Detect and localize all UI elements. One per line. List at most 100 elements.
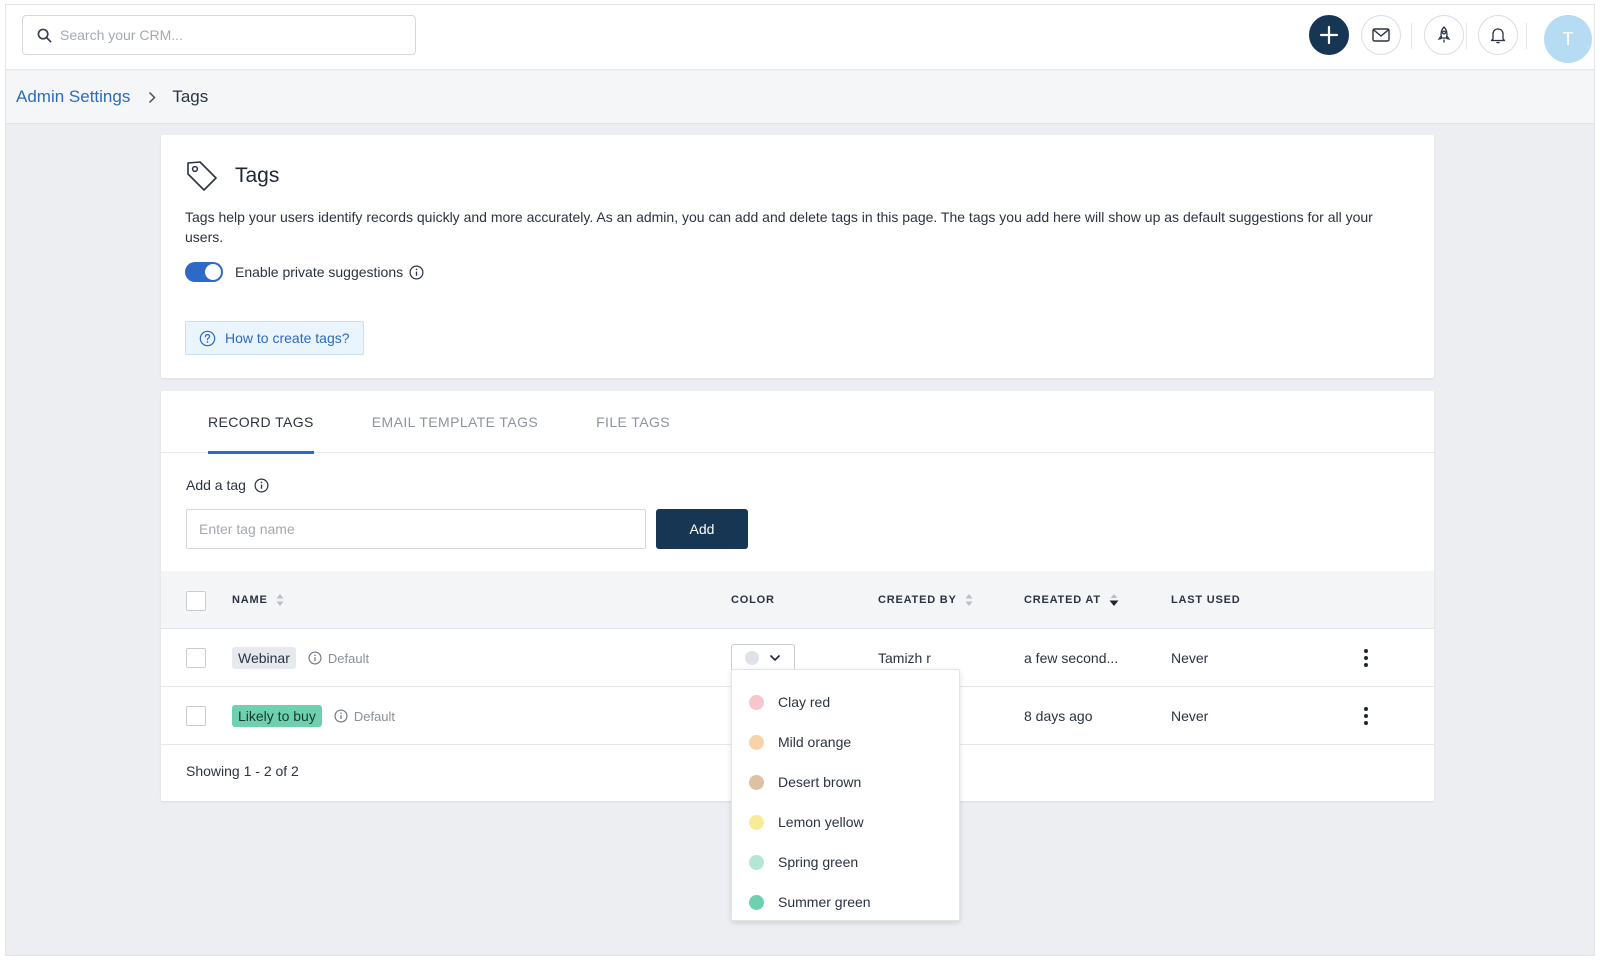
column-name-label: NAME [232, 594, 268, 606]
column-created-by-label: CREATED BY [878, 594, 957, 606]
last-used-cell: Never [1171, 650, 1209, 666]
add-tag-button[interactable]: Add [656, 509, 748, 549]
color-option-desert-brown[interactable]: Desert brown [732, 762, 959, 802]
color-option-spring-green[interactable]: Spring green [732, 842, 959, 882]
created-at-cell: a few second... [1024, 650, 1119, 666]
private-suggestions-toggle[interactable] [185, 262, 223, 282]
tags-description: Tags help your users identify records qu… [185, 209, 1373, 245]
how-to-create-tags-button[interactable]: How to create tags? [185, 321, 364, 355]
color-swatch [749, 774, 764, 790]
column-color-label: COLOR [731, 594, 775, 606]
pagination-summary: Showing 1 - 2 of 2 [186, 763, 299, 779]
color-option-label: Clay red [778, 694, 831, 710]
color-select[interactable] [731, 644, 795, 672]
help-label: How to create tags? [225, 330, 350, 346]
tag-pill[interactable]: Webinar [232, 647, 296, 669]
chevron-right-icon [148, 91, 156, 104]
tag-name-cell: Webinar Default [232, 629, 369, 687]
tab-file-tags[interactable]: FILE TAGS [596, 391, 670, 453]
column-last-used-label: LAST USED [1171, 594, 1241, 606]
plus-icon [1319, 25, 1339, 45]
tag-type-tabs: RECORD TAGS EMAIL TEMPLATE TAGS FILE TAG… [161, 391, 1434, 454]
user-avatar[interactable]: T [1544, 15, 1592, 63]
column-created-by[interactable]: CREATED BY [878, 571, 973, 629]
tab-email-template-tags[interactable]: EMAIL TEMPLATE TAGS [372, 391, 538, 453]
color-swatch [749, 854, 764, 870]
divider [1466, 23, 1467, 49]
color-option-label: Lemon yellow [778, 814, 864, 830]
tag-name-cell: Likely to buy Default [232, 687, 395, 745]
color-swatch [745, 651, 759, 665]
bell-icon [1490, 28, 1506, 44]
breadcrumb: Admin Settings Tags [6, 71, 1594, 124]
notifications-button[interactable] [1478, 15, 1518, 55]
color-swatch [749, 814, 764, 830]
color-swatch [749, 694, 764, 710]
column-color: COLOR [731, 571, 775, 629]
column-name[interactable]: NAME [232, 571, 284, 629]
card-header: Tags [185, 159, 279, 193]
top-bar: T [6, 5, 1594, 70]
private-suggestions-row: Enable private suggestions [185, 262, 424, 282]
divider [1526, 23, 1527, 49]
column-created-at[interactable]: CREATED AT [1024, 571, 1119, 629]
default-label: Default [353, 708, 396, 724]
chevron-down-icon [769, 654, 781, 662]
column-created-at-label: CREATED AT [1024, 594, 1101, 606]
color-option-label: Mild orange [778, 734, 852, 750]
global-search[interactable] [22, 15, 416, 55]
created-at-cell: 8 days ago [1024, 708, 1093, 724]
color-option-summer-green[interactable]: Summer green [732, 882, 959, 922]
add-tag-label-row: Add a tag [186, 477, 269, 493]
breadcrumb-current: Tags [172, 87, 209, 106]
page-title: Tags [235, 164, 280, 187]
color-option-clay-red[interactable]: Clay red [732, 682, 959, 722]
more-vertical-icon [1358, 649, 1374, 667]
more-vertical-icon [1358, 707, 1374, 725]
color-swatch [749, 894, 764, 910]
default-badge: Default [334, 709, 395, 724]
row-checkbox[interactable] [186, 648, 206, 668]
getting-started-button[interactable] [1424, 15, 1464, 55]
table-header: NAME COLOR CREATED BY CREATED AT LAST US… [161, 571, 1434, 629]
app-frame: T Admin Settings Tags Tags Tags help you… [5, 4, 1595, 956]
color-option-label: Desert brown [778, 774, 862, 790]
select-all-checkbox[interactable] [186, 591, 206, 611]
tag-pill[interactable]: Likely to buy [232, 705, 322, 727]
add-tag-label: Add a tag [186, 477, 246, 493]
tag-icon [187, 161, 217, 191]
tab-record-tags[interactable]: RECORD TAGS [208, 391, 314, 454]
search-icon [37, 28, 52, 42]
info-icon[interactable] [254, 478, 269, 493]
info-icon [334, 709, 348, 723]
tags-info-card: Tags Tags help your users identify recor… [161, 135, 1434, 378]
default-label: Default [327, 650, 370, 666]
info-icon[interactable] [409, 265, 424, 280]
color-option-label: Spring green [778, 854, 859, 870]
quick-add-button[interactable] [1309, 15, 1349, 55]
toggle-label: Enable private suggestions [235, 264, 404, 280]
default-badge: Default [308, 651, 369, 666]
row-actions-button[interactable] [1358, 687, 1374, 745]
info-icon [308, 651, 322, 665]
tag-name-input[interactable] [186, 509, 646, 549]
color-dropdown-menu: Clay red Mild orange Desert brown Lemon … [731, 669, 960, 921]
color-option-label: Summer green [778, 894, 871, 910]
row-checkbox[interactable] [186, 706, 206, 726]
divider [1411, 23, 1412, 49]
sort-descending-icon [1109, 594, 1119, 606]
color-option-mild-orange[interactable]: Mild orange [732, 722, 959, 762]
breadcrumb-admin-settings[interactable]: Admin Settings [16, 87, 130, 107]
rocket-icon [1437, 26, 1451, 43]
search-input[interactable] [60, 27, 400, 43]
help-circle-icon [199, 330, 216, 346]
column-last-used: LAST USED [1171, 571, 1241, 629]
color-swatch [749, 734, 764, 750]
row-actions-button[interactable] [1358, 629, 1374, 687]
avatar-initial: T [1562, 28, 1574, 49]
mail-icon [1372, 28, 1390, 42]
sort-icon [276, 594, 284, 606]
mail-button[interactable] [1361, 15, 1401, 55]
sort-icon [965, 594, 973, 606]
color-option-lemon-yellow[interactable]: Lemon yellow [732, 802, 959, 842]
